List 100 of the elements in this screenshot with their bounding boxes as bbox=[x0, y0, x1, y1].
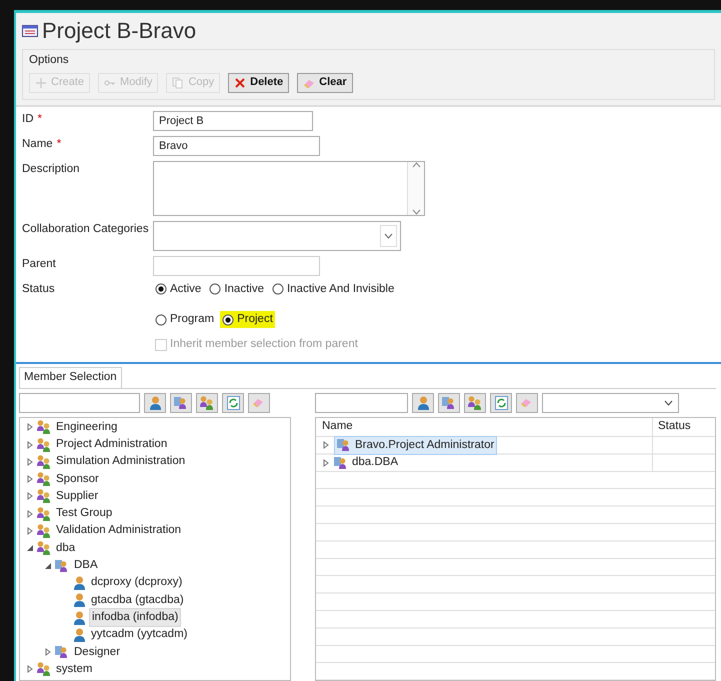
column-header: Name bbox=[322, 420, 353, 432]
scroll-down-icon bbox=[412, 208, 420, 215]
tree-item[interactable]: Supplier bbox=[54, 488, 100, 506]
tree-item[interactable]: Designer bbox=[72, 644, 122, 661]
collapsed-arrow-icon[interactable] bbox=[26, 475, 34, 484]
tree-item[interactable]: Validation Administration bbox=[54, 522, 184, 540]
tree-item[interactable]: Sponsor bbox=[54, 470, 101, 488]
scrollbar[interactable] bbox=[407, 162, 424, 215]
user-filter-button[interactable] bbox=[144, 392, 166, 413]
group-icon bbox=[37, 506, 51, 521]
categories-dropdown[interactable] bbox=[153, 220, 401, 251]
radio-icon bbox=[272, 283, 284, 296]
radio-selected-icon bbox=[222, 314, 234, 326]
role-icon bbox=[55, 645, 69, 660]
field-label: Status bbox=[22, 282, 55, 295]
collapsed-arrow-icon[interactable] bbox=[44, 648, 52, 656]
user-icon bbox=[416, 396, 430, 410]
field-label: Parent bbox=[22, 258, 56, 270]
role-filter-button[interactable] bbox=[170, 392, 192, 413]
radio-option[interactable]: Program bbox=[153, 310, 216, 328]
refresh-button[interactable] bbox=[222, 392, 244, 413]
clear-button[interactable]: Clear bbox=[297, 73, 353, 93]
role-icon bbox=[334, 456, 348, 470]
close-icon bbox=[234, 77, 246, 90]
group-icon bbox=[37, 472, 51, 486]
collapsed-arrow-icon[interactable] bbox=[26, 458, 34, 466]
tree-item[interactable]: dcproxy (dcproxy) bbox=[89, 574, 184, 592]
tree-item[interactable]: yytcadm (yytcadm) bbox=[89, 626, 190, 644]
field-label: Name bbox=[22, 138, 53, 150]
group-icon bbox=[37, 489, 51, 504]
refresh-icon bbox=[226, 396, 240, 410]
window-icon bbox=[22, 25, 38, 38]
expanded-arrow-icon[interactable] bbox=[44, 562, 52, 570]
member-selection-tab[interactable]: Member Selection bbox=[19, 367, 122, 388]
user-icon bbox=[73, 576, 86, 590]
chevron-down-icon bbox=[384, 232, 393, 239]
required-marker: * bbox=[56, 138, 62, 150]
radio-option[interactable]: Active bbox=[153, 280, 204, 298]
refresh-icon bbox=[494, 396, 508, 410]
eraser-icon bbox=[303, 77, 316, 90]
radio-selected-icon bbox=[155, 283, 167, 296]
collapsed-arrow-icon[interactable] bbox=[26, 510, 34, 518]
group-icon bbox=[37, 454, 51, 469]
checkbox-icon bbox=[155, 338, 167, 351]
group-filter-button[interactable] bbox=[464, 392, 486, 413]
group-icon bbox=[37, 541, 51, 556]
group-icon bbox=[37, 420, 51, 434]
tree-item[interactable]: gtacdba (gtacdba) bbox=[89, 592, 186, 609]
parent-field[interactable] bbox=[153, 256, 320, 276]
group-icon bbox=[37, 662, 51, 676]
user-icon bbox=[73, 628, 86, 642]
field-label: ID bbox=[22, 112, 34, 125]
search-field[interactable] bbox=[19, 392, 140, 413]
collapsed-arrow-icon[interactable] bbox=[26, 492, 34, 500]
table-cell-text: dba.DBA bbox=[352, 455, 398, 470]
group-filter-button[interactable] bbox=[196, 392, 218, 413]
options-label: Options bbox=[29, 53, 70, 68]
id-field[interactable]: Project B bbox=[153, 110, 313, 131]
tree-item[interactable]: system bbox=[54, 660, 94, 678]
role-icon bbox=[337, 438, 351, 452]
required-marker: * bbox=[38, 112, 42, 125]
table-cell-text: Bravo.Project Administrator bbox=[355, 438, 494, 453]
tree-item[interactable]: DBA bbox=[72, 557, 100, 574]
copy-icon bbox=[172, 77, 184, 90]
tree-item[interactable]: Engineering bbox=[54, 418, 120, 436]
collapsed-arrow-icon[interactable] bbox=[26, 527, 34, 536]
tree-item[interactable]: dba bbox=[54, 540, 78, 557]
window-title: Project B-Bravo bbox=[42, 19, 196, 44]
filter-dropdown[interactable] bbox=[542, 392, 679, 413]
role-icon bbox=[442, 396, 456, 410]
role-filter-button[interactable] bbox=[438, 392, 460, 413]
group-icon bbox=[37, 524, 51, 538]
search-field[interactable] bbox=[315, 392, 408, 413]
expanded-arrow-icon[interactable] bbox=[26, 544, 34, 552]
chevron-down-icon bbox=[664, 400, 673, 406]
tree-item[interactable]: Project Administration bbox=[54, 436, 170, 454]
column-header: Status bbox=[658, 419, 691, 434]
description-field[interactable] bbox=[153, 160, 425, 216]
clear-button[interactable] bbox=[248, 392, 270, 413]
user-filter-button[interactable] bbox=[412, 392, 434, 413]
tree-item[interactable]: Test Group bbox=[54, 505, 114, 522]
user-icon bbox=[148, 396, 162, 410]
radio-option[interactable]: Inactive bbox=[207, 280, 266, 298]
radio-option[interactable]: Project bbox=[220, 310, 275, 328]
delete-button[interactable]: Delete bbox=[228, 73, 290, 93]
tree-item[interactable]: Simulation Administration bbox=[54, 453, 188, 470]
clear-button[interactable] bbox=[516, 392, 538, 413]
group-icon bbox=[200, 396, 214, 410]
collapsed-arrow-icon[interactable] bbox=[26, 423, 34, 432]
user-icon bbox=[73, 610, 86, 625]
radio-icon bbox=[155, 314, 167, 326]
collapsed-arrow-icon[interactable] bbox=[26, 440, 34, 449]
refresh-button[interactable] bbox=[490, 392, 512, 413]
radio-option[interactable]: Inactive And Invisible bbox=[270, 280, 396, 298]
name-field[interactable]: Bravo bbox=[153, 136, 320, 156]
user-icon bbox=[73, 593, 86, 608]
collapsed-arrow-icon[interactable] bbox=[26, 665, 34, 674]
group-icon bbox=[37, 438, 51, 452]
tree-item[interactable]: infodba (infodba) bbox=[89, 608, 182, 628]
inherit-checkbox: Inherit member selection from parent bbox=[153, 336, 360, 354]
